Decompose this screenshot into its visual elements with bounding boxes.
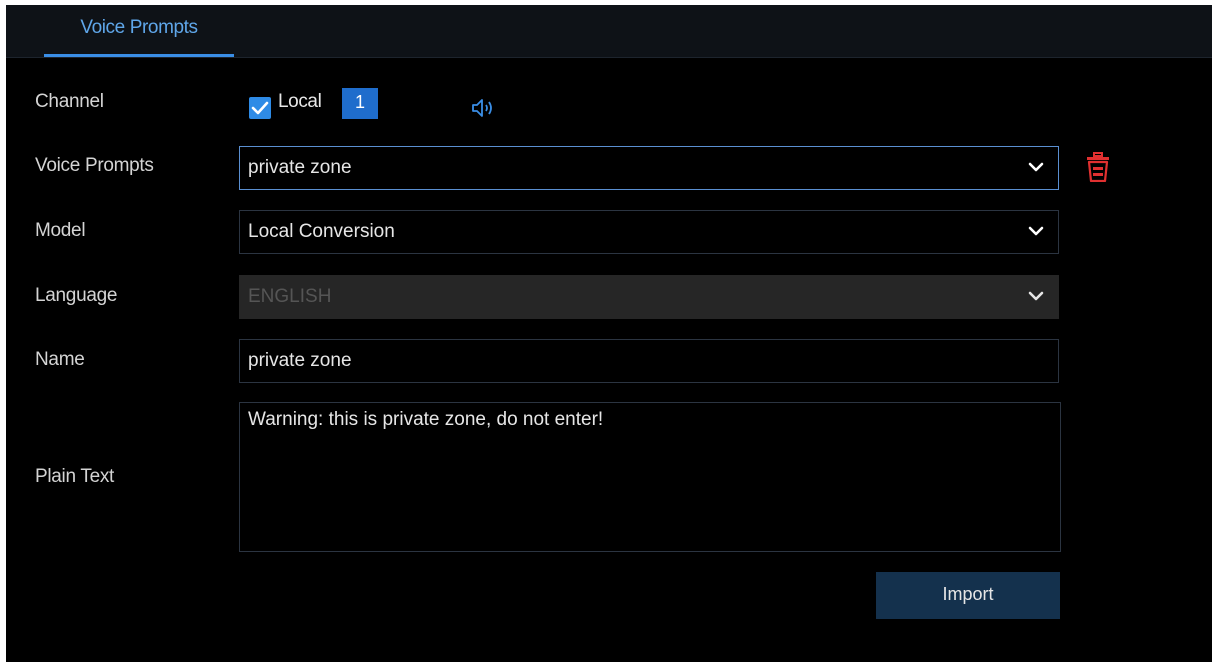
- plain-text-textarea[interactable]: Warning: this is private zone, do not en…: [239, 402, 1061, 552]
- voice-prompts-value: private zone: [248, 157, 352, 178]
- language-label: Language: [35, 285, 118, 306]
- model-select[interactable]: Local Conversion: [239, 210, 1059, 254]
- checkmark-icon: [251, 101, 269, 115]
- tab-voice-prompts[interactable]: Voice Prompts: [44, 5, 234, 57]
- model-label: Model: [35, 220, 86, 241]
- channel-number-badge[interactable]: 1: [342, 88, 378, 119]
- local-checkbox[interactable]: [249, 97, 271, 119]
- tab-active-indicator: [44, 54, 234, 57]
- settings-panel: Voice Prompts Channel Local 1 Voice Prom…: [6, 5, 1212, 662]
- name-value: private zone: [248, 350, 352, 371]
- local-label: Local: [278, 91, 322, 112]
- plain-text-label: Plain Text: [35, 466, 115, 487]
- channel-label: Channel: [35, 91, 104, 112]
- plain-text-value: Warning: this is private zone, do not en…: [248, 409, 604, 430]
- name-input[interactable]: private zone: [239, 339, 1059, 383]
- voice-prompts-label: Voice Prompts: [35, 155, 154, 176]
- trash-icon[interactable]: [1086, 152, 1110, 183]
- tab-label: Voice Prompts: [80, 17, 198, 38]
- tab-bar: Voice Prompts: [6, 5, 1212, 58]
- speaker-icon[interactable]: [470, 97, 496, 119]
- language-value: ENGLISH: [248, 286, 332, 307]
- model-value: Local Conversion: [248, 221, 395, 242]
- voice-prompts-select[interactable]: private zone: [239, 146, 1059, 190]
- chevron-down-icon: [1028, 291, 1044, 301]
- language-select: ENGLISH: [239, 275, 1059, 319]
- chevron-down-icon: [1028, 226, 1044, 236]
- name-label: Name: [35, 349, 85, 370]
- import-button[interactable]: Import: [876, 572, 1060, 619]
- chevron-down-icon: [1028, 162, 1044, 172]
